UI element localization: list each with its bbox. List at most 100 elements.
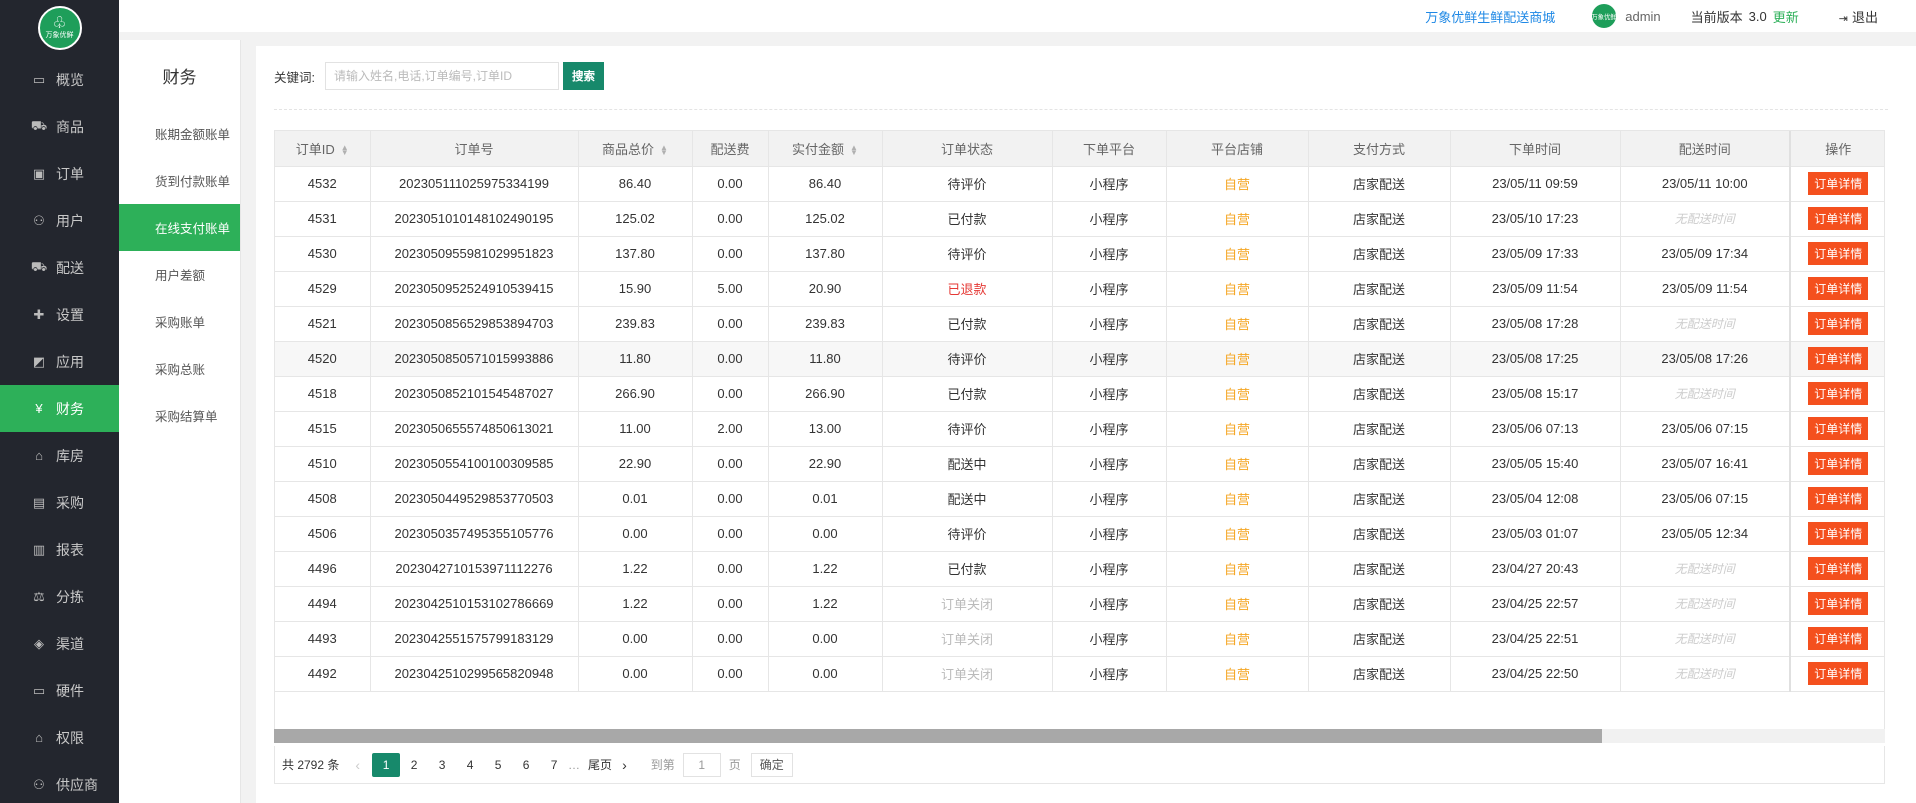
column-header-label: 商品总价 — [602, 141, 655, 157]
order-detail-button[interactable]: 订单详情 — [1808, 347, 1869, 370]
order-detail-button[interactable]: 订单详情 — [1808, 452, 1869, 475]
column-header-4[interactable]: 实付金额 ▲ ▼ — [768, 131, 883, 167]
table-cell-实付金额: 0.00 — [768, 621, 883, 657]
table-cell-下单平台: 小程序 — [1052, 201, 1167, 237]
table-cell-订单ID: 4496 — [275, 551, 371, 587]
table-row: 4532 202305111025975334199 86.40 0.00 86.40 待… — [275, 166, 1884, 202]
column-header-0[interactable]: 订单ID ▲ ▼ — [275, 131, 371, 167]
table-row: 4531 2023051010148102490195 125.02 0.00 125.… — [275, 201, 1884, 237]
nav-item-6[interactable]: ◩ 应用 — [0, 338, 119, 385]
submenu-item-6[interactable]: 采购结算单 — [119, 392, 240, 439]
avatar[interactable]: 万象优鲜 — [1591, 3, 1618, 29]
submenu-item-1[interactable]: 货到付款账单 — [119, 157, 240, 204]
submenu-item-2[interactable]: 在线支付账单 — [119, 204, 240, 251]
submenu-item-0[interactable]: 账期金额账单 — [119, 110, 240, 157]
table-cell-平台店铺: 自营 — [1166, 481, 1309, 517]
sidebar-nav: ♧ 万象优鲜 ▭ 概览 ⛟ 商品 ▣ 订单 ⚇ 用户 ⛟ 配送 ✚ 设置 ◩ 应用 ¥ 财务 ⌂ 库房 ▤ 采购 ▥ 报表… — [0, 0, 119, 803]
nav-item-0[interactable]: ▭ 概览 — [0, 56, 119, 103]
nav-item-14[interactable]: ⌂ 权限 — [0, 714, 119, 761]
table-cell-下单平台: 小程序 — [1052, 376, 1167, 412]
table-cell-操作: 订单详情 — [1789, 376, 1884, 412]
nav-item-2[interactable]: ▣ 订单 — [0, 150, 119, 197]
column-header-label: 下单时间 — [1508, 141, 1561, 157]
nav-item-12[interactable]: ◈ 渠道 — [0, 620, 119, 667]
order-detail-button[interactable]: 订单详情 — [1808, 592, 1869, 615]
page-button-4[interactable]: 4 — [456, 753, 484, 777]
prev-page-icon[interactable]: ‹ — [355, 757, 360, 773]
order-detail-button[interactable]: 订单详情 — [1808, 417, 1869, 440]
page-button-5[interactable]: 5 — [484, 753, 512, 777]
table-cell-下单平台: 小程序 — [1052, 166, 1167, 202]
sort-icon[interactable]: ▲ ▼ — [341, 144, 349, 157]
order-detail-button[interactable]: 订单详情 — [1808, 242, 1869, 265]
table-cell-配送费: 5.00 — [692, 271, 769, 307]
keyword-search-input[interactable] — [324, 62, 559, 90]
nav-item-8[interactable]: ⌂ 库房 — [0, 432, 119, 479]
nav-item-5[interactable]: ✚ 设置 — [0, 291, 119, 338]
sort-icon[interactable]: ▲ ▼ — [660, 144, 668, 157]
nav-item-4[interactable]: ⛟ 配送 — [0, 244, 119, 291]
next-page-icon[interactable]: › — [622, 757, 627, 773]
table-cell-订单状态: 待评价 — [882, 166, 1053, 202]
order-detail-button[interactable]: 订单详情 — [1808, 277, 1869, 300]
table-cell-下单平台: 小程序 — [1052, 236, 1167, 272]
last-page-button[interactable]: 尾页 — [588, 756, 612, 773]
page-button-2[interactable]: 2 — [400, 753, 428, 777]
table-cell-平台店铺: 自营 — [1166, 516, 1309, 552]
column-header-2[interactable]: 商品总价 ▲ ▼ — [578, 131, 693, 167]
nav-item-9[interactable]: ▤ 采购 — [0, 479, 119, 526]
table-cell-实付金额: 137.80 — [768, 236, 883, 272]
scrollbar-thumb[interactable] — [274, 729, 1602, 743]
table-cell-配送时间: 23/05/06 07:15 — [1620, 411, 1791, 447]
table-cell-操作: 订单详情 — [1789, 236, 1884, 272]
order-detail-button[interactable]: 订单详情 — [1808, 487, 1869, 510]
goto-confirm-button[interactable]: 确定 — [750, 752, 793, 777]
table-cell-订单ID: 4508 — [275, 481, 371, 517]
order-detail-button[interactable]: 订单详情 — [1808, 627, 1869, 650]
order-detail-button[interactable]: 订单详情 — [1808, 557, 1869, 580]
submenu-item-3[interactable]: 用户差额 — [119, 251, 240, 298]
order-detail-button[interactable]: 订单详情 — [1808, 522, 1869, 545]
no-delivery-time: 无配送时间 — [1674, 212, 1735, 226]
order-detail-button[interactable]: 订单详情 — [1808, 172, 1869, 195]
nav-item-3[interactable]: ⚇ 用户 — [0, 197, 119, 244]
nav-item-7[interactable]: ¥ 财务 — [0, 385, 119, 432]
logout-button[interactable]: ⇥ 退出 — [1839, 7, 1878, 26]
goto-page-input[interactable] — [682, 752, 721, 777]
table-row: 4494 2023042510153102786669 1.22 0.00 1.22 订单… — [275, 586, 1884, 622]
update-link[interactable]: 更新 — [1773, 7, 1799, 26]
table-cell-下单时间: 23/05/09 17:33 — [1450, 236, 1621, 272]
nav-item-1[interactable]: ⛟ 商品 — [0, 103, 119, 150]
page-button-7[interactable]: 7 — [540, 753, 568, 777]
page-button-3[interactable]: 3 — [428, 753, 456, 777]
sort-icon[interactable]: ▲ ▼ — [850, 144, 858, 157]
horizontal-scrollbar[interactable] — [274, 729, 1885, 743]
nav-item-13[interactable]: ▭ 硬件 — [0, 667, 119, 714]
nav-item-15[interactable]: ⚇ 供应商 — [0, 761, 119, 803]
search-button[interactable]: 搜索 — [562, 62, 604, 90]
username[interactable]: admin — [1625, 9, 1660, 24]
table-cell-操作: 订单详情 — [1789, 341, 1884, 377]
order-detail-button[interactable]: 订单详情 — [1808, 382, 1869, 405]
column-header-label: 订单号 — [454, 141, 494, 157]
nav-item-10[interactable]: ▥ 报表 — [0, 526, 119, 573]
order-detail-button[interactable]: 订单详情 — [1808, 312, 1869, 335]
table-cell-订单号: 2023042510299565820948 — [370, 656, 579, 692]
column-header-label: 配送时间 — [1678, 141, 1731, 157]
nav-item-11[interactable]: ⚖ 分拣 — [0, 573, 119, 620]
order-detail-button[interactable]: 订单详情 — [1808, 207, 1869, 230]
table-row: 4508 2023050449529853770503 0.01 0.00 0.01 配送… — [275, 481, 1884, 517]
submenu-item-5[interactable]: 采购总账 — [119, 345, 240, 392]
table-cell-订单ID: 4529 — [275, 271, 371, 307]
table-cell-商品总价: 11.80 — [578, 341, 693, 377]
order-detail-button[interactable]: 订单详情 — [1808, 662, 1869, 685]
page-button-6[interactable]: 6 — [512, 753, 540, 777]
logo[interactable]: ♧ 万象优鲜 — [0, 0, 119, 56]
table-cell-订单ID: 4494 — [275, 586, 371, 622]
submenu-item-4[interactable]: 采购账单 — [119, 298, 240, 345]
table-cell-操作: 订单详情 — [1789, 656, 1884, 692]
shop-name-link[interactable]: 万象优鲜生鲜配送商城 — [1425, 7, 1555, 26]
page-button-1[interactable]: 1 — [372, 752, 401, 777]
table-cell-商品总价: 11.00 — [578, 411, 693, 447]
table-cell-支付方式: 店家配送 — [1308, 656, 1451, 692]
